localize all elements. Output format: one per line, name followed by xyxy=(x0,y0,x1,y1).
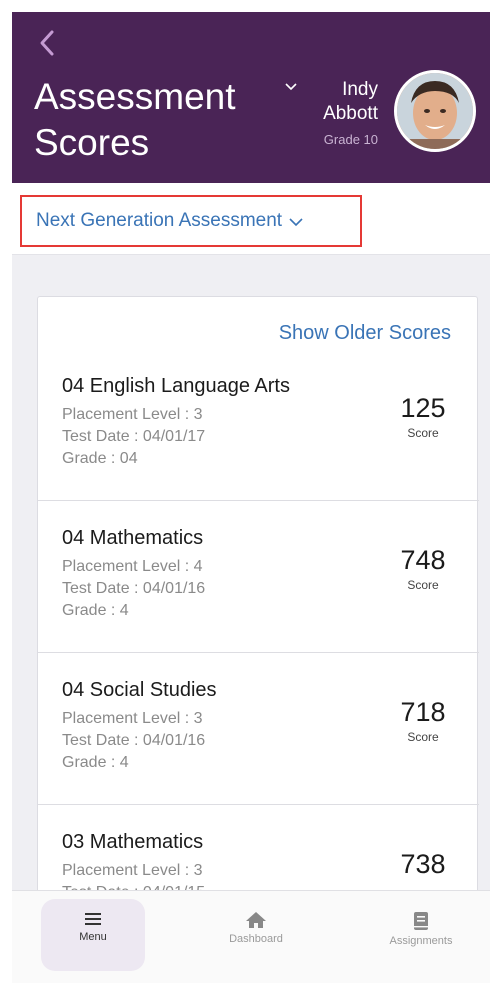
score-subject: 04 Mathematics xyxy=(62,527,204,549)
back-button[interactable] xyxy=(34,26,60,62)
score-value: 125 xyxy=(400,393,446,423)
student-photo xyxy=(397,73,473,149)
nav-menu-label: Menu xyxy=(79,931,107,943)
score-value: 718 xyxy=(400,697,446,727)
menu-icon xyxy=(85,913,101,925)
assessment-dropdown[interactable]: Next Generation Assessment xyxy=(20,195,362,247)
scores-card: Show Older Scores 04 English Language Ar… xyxy=(37,296,479,983)
nav-dashboard[interactable]: Dashboard xyxy=(204,899,308,971)
show-older-scores-link[interactable]: Show Older Scores xyxy=(279,322,451,345)
chevron-down-icon xyxy=(285,83,297,91)
student-first-name: Indy xyxy=(342,79,378,100)
student-grade: Grade 10 xyxy=(323,132,378,147)
score-value-box: 718 Score xyxy=(393,697,453,744)
nav-menu[interactable]: Menu xyxy=(41,899,145,971)
student-switcher[interactable]: Indy Abbott Grade 10 xyxy=(284,78,384,147)
chevron-down-icon xyxy=(289,218,303,227)
student-last-name: Abbott xyxy=(323,103,378,124)
book-icon xyxy=(414,912,428,930)
score-grade: Grade : 04 xyxy=(62,450,138,467)
score-placement: Placement Level : 3 xyxy=(62,710,203,727)
score-test-date: Test Date : 04/01/17 xyxy=(62,428,206,445)
score-label: Score xyxy=(407,578,439,592)
score-value-box: 738 xyxy=(393,849,453,880)
score-row[interactable]: 04 Social Studies Placement Level : 3 Te… xyxy=(38,653,479,805)
score-row[interactable]: 04 English Language Arts Placement Level… xyxy=(38,349,479,501)
score-subject: 04 English Language Arts xyxy=(62,375,290,397)
score-label: Score xyxy=(407,730,439,744)
score-value-box: 748 Score xyxy=(393,545,453,592)
page-title: Assessment Scores xyxy=(34,74,236,166)
header: Assessment Scores Indy Abbott Grade 10 xyxy=(12,12,490,183)
home-icon xyxy=(246,912,266,928)
nav-assignments[interactable]: Assignments xyxy=(369,899,473,971)
score-placement: Placement Level : 3 xyxy=(62,406,203,423)
score-value: 738 xyxy=(400,849,446,879)
score-value: 748 xyxy=(400,545,446,575)
score-row[interactable]: 04 Mathematics Placement Level : 4 Test … xyxy=(38,501,479,653)
score-subject: 03 Mathematics xyxy=(62,831,204,853)
score-test-date: Test Date : 04/01/16 xyxy=(62,580,206,597)
assessment-selector-bar: Next Generation Assessment xyxy=(12,183,490,255)
nav-dashboard-label: Dashboard xyxy=(229,933,283,945)
page-title-line2: Scores xyxy=(34,122,150,163)
chevron-left-icon xyxy=(40,30,54,56)
score-grade: Grade : 4 xyxy=(62,602,129,619)
score-value-box: 125 Score xyxy=(393,393,453,440)
score-placement: Placement Level : 3 xyxy=(62,862,203,879)
bottom-nav: Menu Dashboard Assignments xyxy=(12,890,490,983)
score-test-date: Test Date : 04/01/16 xyxy=(62,732,206,749)
app-screen: Assessment Scores Indy Abbott Grade 10 N… xyxy=(12,12,490,983)
assessment-dropdown-label: Next Generation Assessment xyxy=(36,210,283,231)
score-placement: Placement Level : 4 xyxy=(62,558,203,575)
score-grade: Grade : 4 xyxy=(62,754,129,771)
nav-assignments-label: Assignments xyxy=(389,935,453,947)
score-label: Score xyxy=(407,426,439,440)
page-title-line1: Assessment xyxy=(34,76,236,117)
score-subject: 04 Social Studies xyxy=(62,679,217,701)
avatar[interactable] xyxy=(394,70,476,152)
